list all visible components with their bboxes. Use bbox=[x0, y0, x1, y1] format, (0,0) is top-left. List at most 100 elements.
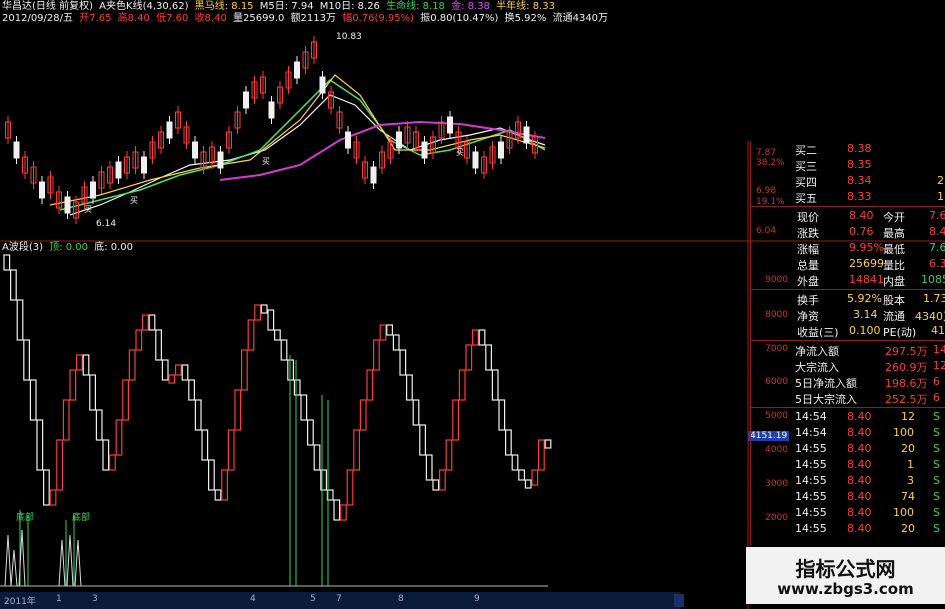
flow-row: 5日净流入额 198.6万 6 bbox=[751, 374, 945, 390]
wave-box bbox=[75, 354, 83, 371]
wave-box bbox=[373, 339, 380, 371]
tick-volume: 100 bbox=[893, 426, 914, 439]
tick-row[interactable]: 14:54 8.40 100 S bbox=[751, 425, 945, 441]
bid-row[interactable]: 买四 8.34 2 bbox=[751, 173, 945, 189]
low-price-label: 6.14 bbox=[96, 219, 117, 229]
timeline-label: 9 bbox=[474, 594, 480, 604]
stat-label: 外盘 bbox=[797, 275, 819, 288]
stat-value: 5.92% bbox=[847, 292, 882, 305]
peak-price-label: 10.83 bbox=[336, 32, 362, 42]
tick-side: S bbox=[933, 490, 940, 503]
candle-body bbox=[447, 116, 453, 134]
candle-body bbox=[472, 151, 479, 169]
timeline-label: 8 bbox=[398, 594, 404, 604]
bid-price: 8.33 bbox=[847, 190, 872, 203]
scroll-thumb[interactable] bbox=[674, 594, 684, 607]
wave-box bbox=[49, 489, 57, 506]
divider bbox=[751, 289, 945, 290]
low-value: 低7.60 bbox=[156, 13, 189, 24]
tick-row[interactable]: 14:55 8.40 74 S bbox=[751, 489, 945, 505]
ma10-value: M10日: 8.26 bbox=[319, 1, 380, 12]
wave-box bbox=[168, 374, 176, 384]
stat-row: 现价 8.40 今开 7.6 bbox=[751, 208, 945, 224]
tick-row[interactable]: 14:55 8.40 20 S bbox=[751, 521, 945, 537]
lower-panel-header: A波段(3) 顶: 0.00 底: 0.00 bbox=[2, 242, 136, 254]
stat-label: 收益(三) bbox=[797, 326, 839, 339]
stat-value: 41. bbox=[931, 324, 945, 337]
indicator-name: A夹色K线(4,30,62) bbox=[99, 1, 189, 12]
stat-label: 最高 bbox=[883, 227, 905, 240]
wave-box bbox=[478, 329, 486, 346]
flow-extra: 14 bbox=[933, 343, 945, 356]
tick-time: 14:54 bbox=[795, 410, 827, 423]
bid-row[interactable]: 买三 8.35 bbox=[751, 157, 945, 173]
tick-row[interactable]: 14:55 8.40 20 S bbox=[751, 441, 945, 457]
candle-body bbox=[294, 61, 300, 79]
tick-volume: 12 bbox=[901, 410, 915, 423]
wave-box bbox=[346, 469, 354, 506]
bid-row[interactable]: 买二 8.38 bbox=[751, 141, 945, 157]
tick-side: S bbox=[933, 458, 940, 471]
heima-line-value: 黑马线: 8.15 bbox=[194, 1, 254, 12]
flow-extra: 6 bbox=[933, 375, 940, 388]
timeline-bar[interactable]: 2011年 1 3 4 5 7 8 9 bbox=[0, 592, 680, 609]
timeline-label: 2011年 bbox=[4, 597, 36, 607]
ma5-value: M5日: 7.94 bbox=[259, 1, 314, 12]
quote-panel: 买二 8.38 买三 8.35 买四 8.34 2 买五 8.33 1 现价 8… bbox=[750, 141, 945, 545]
flow-row: 大宗流入 260.9万 12 bbox=[751, 358, 945, 374]
flow-value: 252.5万 bbox=[885, 393, 928, 406]
bottom-signal-label: 底部 bbox=[72, 513, 91, 523]
stat-row: 涨跌 0.76 最高 8.4 bbox=[751, 224, 945, 240]
wave-box bbox=[419, 424, 426, 456]
candle-body bbox=[166, 121, 173, 139]
bid-price: 8.34 bbox=[847, 174, 872, 187]
stat-value: 25699 bbox=[849, 257, 884, 270]
wave-box bbox=[340, 504, 347, 521]
candle-body bbox=[243, 91, 249, 109]
wave-box bbox=[333, 499, 341, 521]
chart-window: 华昌达(日线 前复权) A夹色K线(4,30,62) 黑马线: 8.15 M5日… bbox=[0, 0, 945, 609]
top-value: 顶: 0.00 bbox=[49, 242, 89, 253]
stat-row: 换手 5.92% 股本 1.73 bbox=[751, 291, 945, 307]
timeline-label: 3 bbox=[92, 594, 98, 604]
flow-value: 260.9万 bbox=[885, 361, 928, 374]
stat-value: 8.4 bbox=[929, 225, 945, 238]
tick-side: S bbox=[933, 522, 940, 535]
wave-box bbox=[69, 369, 77, 401]
candle-body bbox=[268, 101, 275, 119]
wave-box bbox=[518, 469, 525, 481]
candle-body bbox=[345, 131, 351, 149]
flow-label: 大宗流入 bbox=[795, 361, 839, 374]
amplitude-value: 振0.80(10.47%) bbox=[420, 13, 499, 24]
buy-marker: 买 bbox=[456, 148, 464, 157]
tick-time: 14:55 bbox=[795, 522, 827, 535]
candle-body bbox=[498, 141, 504, 159]
flow-label: 净流入额 bbox=[795, 345, 839, 358]
wave-box bbox=[359, 399, 367, 431]
flow-row: 净流入额 297.5万 14 bbox=[751, 342, 945, 358]
stat-value: 4340万 bbox=[915, 310, 945, 323]
wave-box bbox=[505, 429, 512, 456]
stat-value: 6.3 bbox=[929, 257, 945, 270]
tick-row[interactable]: 14:55 8.40 3 S bbox=[751, 473, 945, 489]
timeline-label: 1 bbox=[56, 594, 62, 604]
candle-body bbox=[64, 196, 71, 214]
bid-row[interactable]: 买五 8.33 1 bbox=[751, 189, 945, 205]
tick-volume: 3 bbox=[907, 474, 914, 487]
wave-box bbox=[102, 439, 110, 471]
wave-box bbox=[148, 314, 156, 331]
ma-line bbox=[49, 74, 546, 206]
wave-box bbox=[544, 439, 552, 449]
tick-volume: 74 bbox=[901, 490, 915, 503]
tick-row[interactable]: 14:54 8.40 12 S bbox=[751, 409, 945, 425]
wave-box bbox=[108, 454, 116, 471]
wave-box bbox=[432, 479, 440, 491]
bottom-signal-spike bbox=[10, 549, 18, 587]
tick-row[interactable]: 14:55 8.40 100 S bbox=[751, 505, 945, 521]
gold-line-value: 金: 8.38 bbox=[451, 1, 490, 12]
wave-box bbox=[300, 394, 308, 421]
candle-body bbox=[115, 161, 122, 179]
tick-row[interactable]: 14:55 8.40 1 S bbox=[751, 457, 945, 473]
stat-label: 今开 bbox=[883, 211, 905, 224]
header-line-1: 华昌达(日线 前复权) A夹色K线(4,30,62) 黑马线: 8.15 M5日… bbox=[2, 1, 558, 13]
